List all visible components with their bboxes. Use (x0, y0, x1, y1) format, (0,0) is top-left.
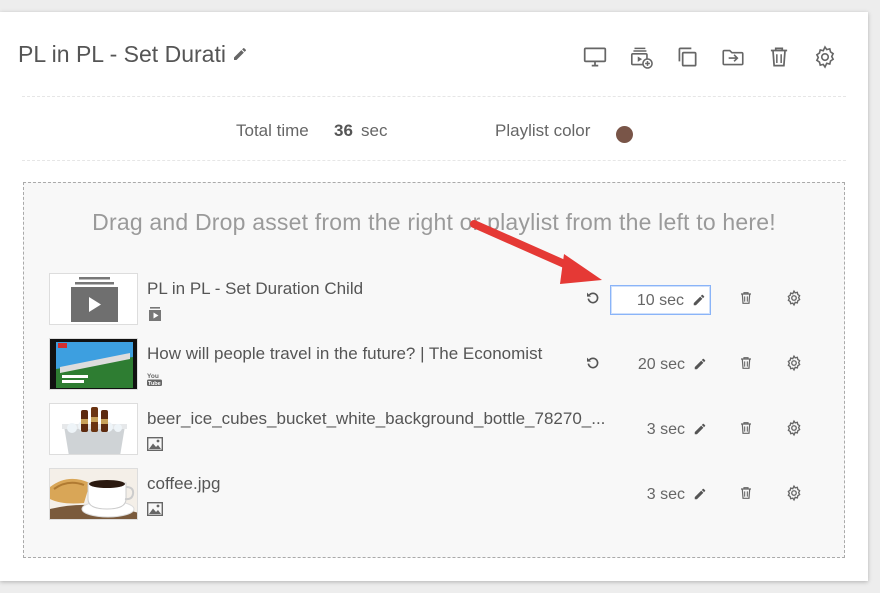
item-name: PL in PL - Set Duration Child (147, 279, 364, 298)
total-time-value: 36 (334, 121, 353, 140)
gear-icon[interactable] (785, 419, 803, 437)
duration-field[interactable]: 3 sec (610, 480, 711, 510)
beer-bucket-image (50, 404, 137, 454)
item-name: How will people travel in the future? | … (147, 344, 543, 363)
header-divider (22, 96, 846, 97)
duration-value: 20 sec (637, 356, 685, 373)
monitor-icon (583, 47, 607, 67)
duration-value: 10 sec (636, 292, 684, 309)
export-icon (722, 49, 744, 66)
pencil-icon[interactable] (693, 357, 707, 371)
gear-icon (815, 45, 835, 69)
coffee-image (50, 469, 137, 519)
playlist-header: PL in PL - Set Durati (18, 40, 848, 80)
revert-duration-icon[interactable] (585, 354, 601, 372)
item-thumbnail (49, 403, 138, 455)
playlist-item[interactable]: How will people travel in the future? | … (49, 338, 819, 392)
item-thumbnail (49, 468, 138, 520)
delete-playlist-button[interactable] (756, 42, 802, 72)
svg-text:You: You (147, 373, 159, 380)
revert-duration-icon[interactable] (585, 289, 601, 307)
image-icon (147, 502, 163, 516)
trash-icon (770, 47, 788, 67)
dropzone-hint: Drag and Drop asset from the right or pl… (92, 209, 776, 235)
pencil-icon[interactable] (692, 293, 706, 307)
duplicate-button[interactable] (664, 42, 710, 72)
item-name: coffee.jpg (147, 474, 221, 493)
preview-button[interactable] (572, 42, 618, 72)
playlist-editor-card: PL in PL - Set Durati Total time 36 sec … (0, 12, 868, 581)
playlist-item[interactable]: coffee.jpg 3 sec (49, 468, 819, 522)
trash-icon[interactable] (738, 419, 754, 437)
trash-icon[interactable] (738, 354, 754, 372)
item-thumbnail (49, 273, 138, 325)
gear-icon[interactable] (785, 484, 803, 502)
gear-icon[interactable] (785, 354, 803, 372)
gear-icon[interactable] (785, 289, 803, 307)
playlist-color-label: Playlist color (495, 121, 591, 140)
trash-icon[interactable] (738, 484, 754, 502)
playlist-icon (149, 307, 161, 321)
settings-button[interactable] (802, 42, 848, 72)
item-name: beer_ice_cubes_bucket_white_background_b… (147, 409, 606, 428)
playlist-toolbar (572, 42, 848, 72)
playlist-title-text: PL in PL - Set Durati (18, 41, 226, 67)
pencil-icon[interactable] (693, 487, 707, 501)
pencil-icon[interactable] (693, 422, 707, 436)
total-time-label: Total time (236, 121, 309, 140)
duration-value: 3 sec (646, 486, 685, 503)
duration-value: 3 sec (646, 421, 685, 438)
playlist-title[interactable]: PL in PL - Set Durati (18, 40, 248, 68)
duration-field[interactable]: 3 sec (610, 415, 711, 445)
info-divider (22, 160, 846, 161)
playlist-item[interactable]: beer_ice_cubes_bucket_white_background_b… (49, 403, 819, 457)
add-media-button[interactable] (618, 42, 664, 72)
pencil-icon[interactable] (232, 46, 248, 62)
trash-icon[interactable] (738, 289, 754, 307)
add-media-icon (630, 47, 653, 69)
playlist-color-swatch[interactable] (616, 126, 633, 143)
image-icon (147, 437, 163, 451)
svg-text:Tube: Tube (148, 381, 161, 386)
playlist-info: Total time 36 sec Playlist color (0, 118, 868, 148)
playlist-thumbnail-image (50, 274, 137, 324)
item-thumbnail (49, 338, 138, 390)
youtube-icon: YouTube (147, 373, 162, 386)
playlist-dropzone[interactable]: Drag and Drop asset from the right or pl… (23, 182, 845, 558)
export-button[interactable] (710, 42, 756, 72)
duration-field[interactable]: 20 sec (610, 350, 711, 380)
playlist-item[interactable]: PL in PL - Set Duration Child 10 sec (49, 273, 819, 327)
video-thumbnail-image (50, 339, 137, 389)
total-time-unit: sec (361, 121, 388, 140)
duration-field[interactable]: 10 sec (610, 285, 711, 315)
duplicate-icon (678, 47, 697, 67)
